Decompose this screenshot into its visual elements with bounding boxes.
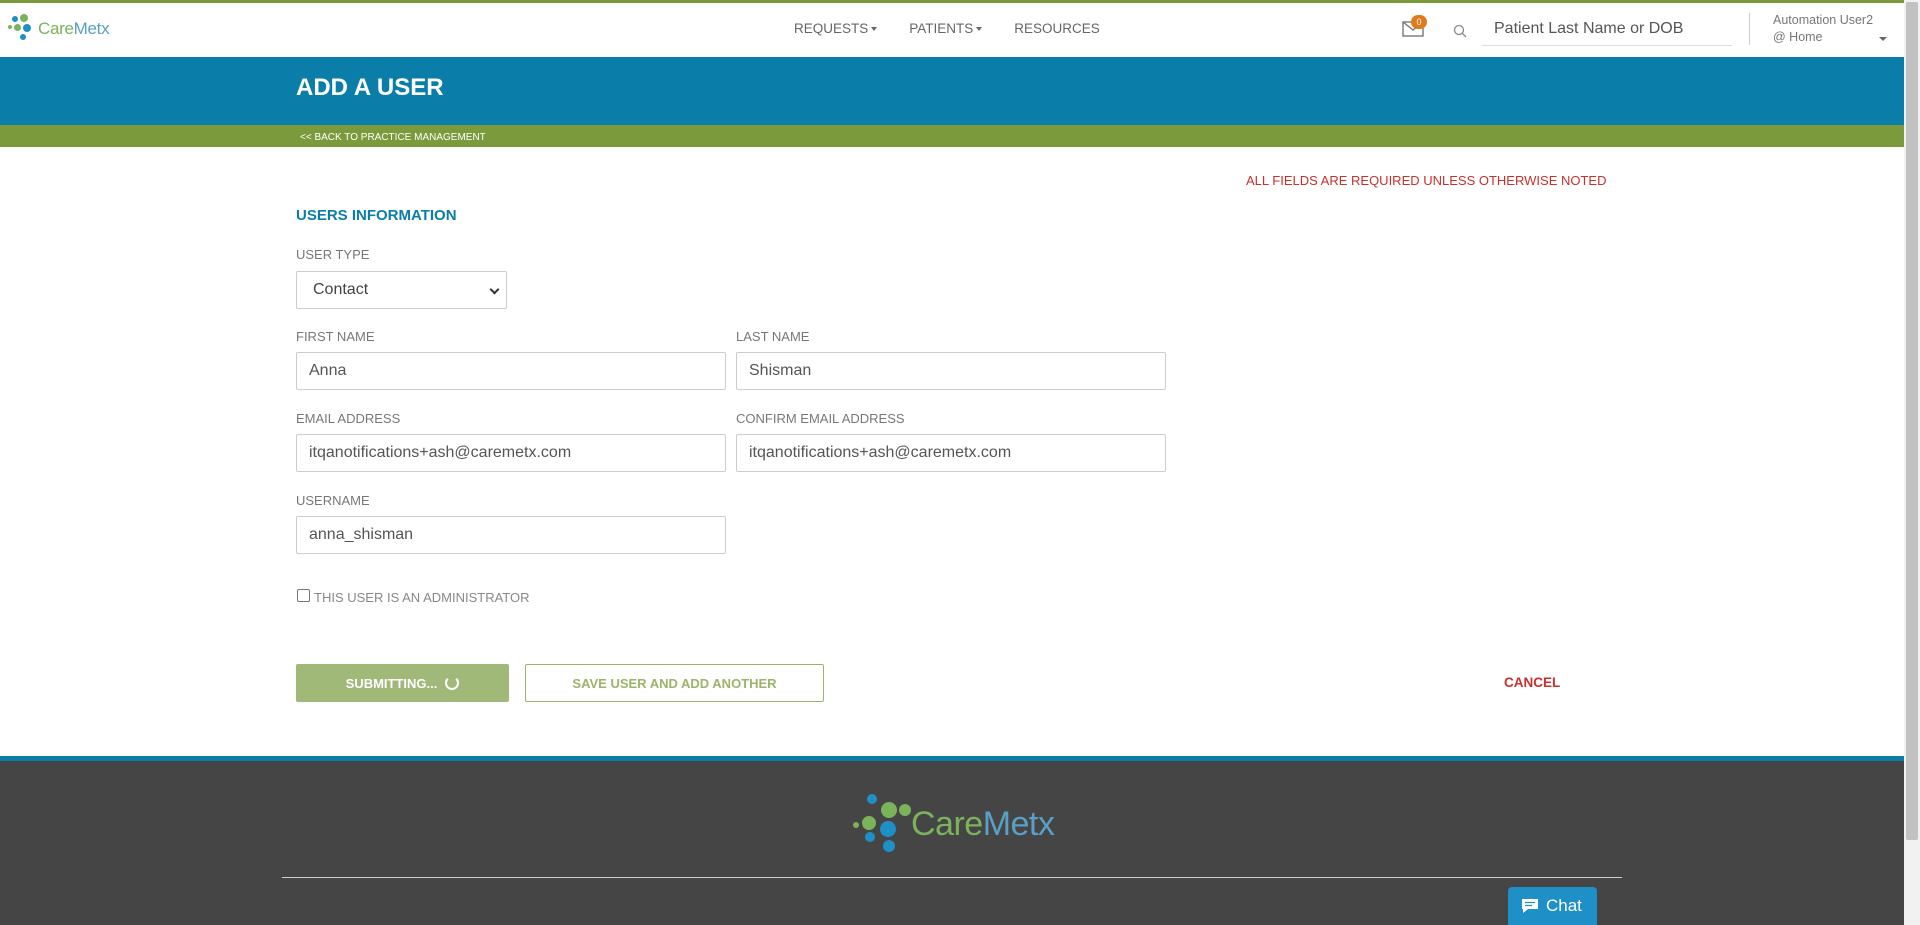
save-user-and-add-another-button[interactable]: SAVE USER AND ADD ANOTHER [525, 664, 824, 702]
mail-count-badge: 0 [1411, 15, 1427, 29]
chat-bubble-icon [1522, 899, 1538, 913]
section-title: USERS INFORMATION [296, 207, 457, 224]
logo-text: CareMetx [38, 19, 110, 38]
chevron-down-icon [489, 284, 500, 295]
first-name-label: FIRST NAME [296, 329, 375, 344]
chevron-down-icon[interactable] [1879, 37, 1887, 41]
administrator-checkbox[interactable] [297, 589, 310, 602]
main-nav: REQUESTS PATIENTS RESOURCES [794, 21, 1100, 36]
patient-search-input[interactable] [1482, 12, 1732, 46]
last-name-field[interactable] [736, 352, 1166, 390]
user-location: @ Home [1773, 30, 1823, 44]
logo-dots-icon [8, 14, 36, 44]
scrollbar-thumb[interactable] [1906, 2, 1918, 840]
confirm-email-label: CONFIRM EMAIL ADDRESS [736, 411, 905, 426]
caremetx-logo[interactable]: CareMetx [8, 14, 110, 44]
search-icon[interactable] [1453, 24, 1467, 38]
user-type-value: Contact [313, 281, 369, 298]
required-fields-note: ALL FIELDS ARE REQUIRED UNLESS OTHERWISE… [1246, 173, 1607, 188]
back-to-practice-management-link[interactable]: << BACK TO PRACTICE MANAGEMENT [300, 132, 486, 143]
chat-label: Chat [1546, 896, 1582, 915]
chat-button[interactable]: Chat [1508, 887, 1597, 925]
user-menu[interactable]: Automation User2 @ Home [1773, 12, 1873, 46]
page-title: ADD A USER [296, 74, 444, 101]
subheader-band [0, 125, 1904, 147]
nav-resources[interactable]: RESOURCES [1014, 21, 1100, 36]
footer-divider [282, 877, 1622, 878]
submit-button-label: SUBMITTING... [345, 675, 438, 691]
cancel-link[interactable]: CANCEL [1504, 675, 1560, 690]
confirm-email-field[interactable] [736, 434, 1166, 472]
user-type-label: USER TYPE [296, 247, 370, 262]
page-header-band [0, 57, 1904, 125]
administrator-checkbox-label[interactable]: THIS USER IS AN ADMINISTRATOR [314, 590, 530, 605]
loading-spinner-icon [445, 676, 460, 690]
first-name-field[interactable] [296, 352, 726, 390]
logo-dots-icon [853, 794, 911, 854]
nav-divider [1749, 13, 1750, 45]
last-name-label: LAST NAME [736, 329, 810, 344]
email-field[interactable] [296, 434, 726, 472]
footer-logo: CareMetx [853, 794, 1055, 854]
username-field[interactable] [296, 516, 726, 554]
email-label: EMAIL ADDRESS [296, 411, 401, 426]
user-type-select[interactable]: Contact [296, 271, 507, 309]
nav-patients[interactable]: PATIENTS [909, 21, 982, 36]
user-name: Automation User2 [1773, 13, 1874, 27]
username-label: USERNAME [296, 493, 370, 508]
footer-logo-text: CareMetx [911, 804, 1055, 843]
submit-button[interactable]: SUBMITTING... [296, 664, 509, 702]
nav-requests[interactable]: REQUESTS [794, 21, 877, 36]
